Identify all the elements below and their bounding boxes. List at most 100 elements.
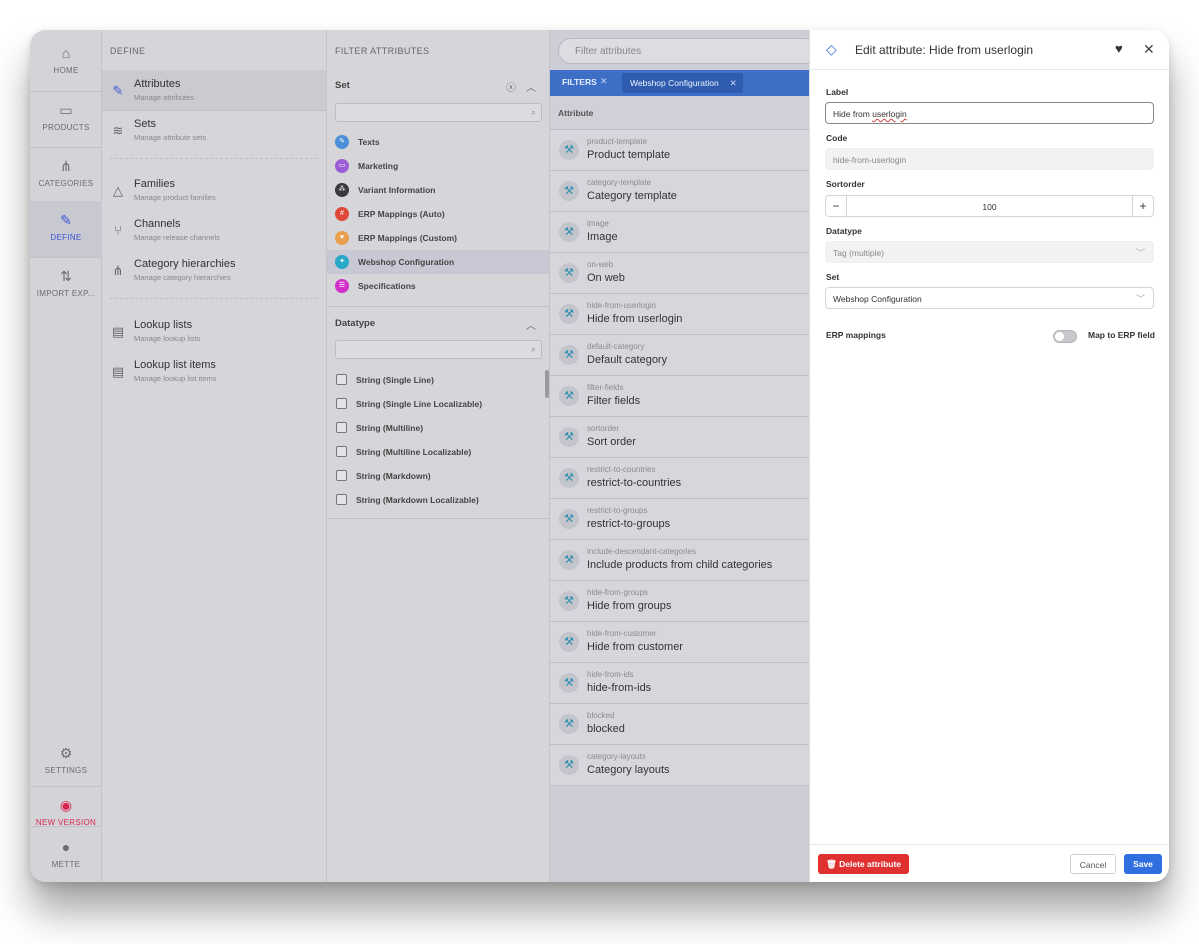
attribute-name: Hide from groups [587, 600, 672, 612]
datatype-item[interactable]: String (Single Line) [327, 368, 549, 392]
set-select[interactable]: Webshop Configuration ﹀ [825, 287, 1154, 309]
code-field-value: hide-from-userlogin [833, 155, 907, 165]
attribute-name: restrict-to-countries [587, 477, 682, 489]
define-item-sets[interactable]: ≋ Sets Manage attribute sets [102, 110, 326, 150]
erp-mappings-label: ERP mappings [826, 330, 886, 340]
define-item-families[interactable]: △ Families Manage product families [102, 170, 326, 210]
set-item-texts[interactable]: ✎ Texts [327, 130, 549, 154]
sortorder-stepper[interactable]: − 100 + [825, 195, 1154, 217]
attribute-row[interactable]: ⚒ include-descendant-categories Include pr… [550, 540, 809, 581]
list-icon: ☰ [335, 279, 349, 293]
sortorder-value[interactable]: 100 [847, 202, 1132, 212]
attribute-row[interactable]: ⚒ hide-from-groups Hide from groups [550, 581, 809, 622]
define-item-category-hierarchies[interactable]: ⋔ Category hierarchies Manage category h… [102, 250, 326, 290]
attribute-row[interactable]: ⚒ restrict-to-countries restrict-to-countr… [550, 458, 809, 499]
tools-icon: ✎ [112, 83, 124, 98]
rail-item-categories[interactable]: ⋔ CATEGORIES [30, 147, 102, 203]
rail-item-label: CATEGORIES [38, 179, 94, 188]
attribute-row[interactable]: ⚒ restrict-to-groups restrict-to-groups [550, 499, 809, 540]
attribute-code: hide-from-groups [587, 588, 648, 597]
datatype-item[interactable]: String (Single Line Localizable) [327, 392, 549, 416]
define-item-subtitle: Manage lookup list items [134, 374, 217, 383]
search-icon: ⌕ [530, 344, 536, 354]
branch-icon: ⑂ [114, 223, 122, 238]
datatype-item-label: String (Markdown) [356, 471, 431, 481]
define-item-lookup-list-items[interactable]: ▤ Lookup list items Manage lookup list i… [102, 351, 326, 391]
filter-chip-webshop-configuration[interactable]: Webshop Configuration ✕ [622, 73, 743, 93]
datatype-item[interactable]: String (Markdown Localizable) [327, 488, 549, 512]
wrench-icon: ⚒ [559, 181, 579, 201]
set-item-specifications[interactable]: ☰ Specifications [327, 274, 549, 298]
chevron-up-icon[interactable]: ︿ [526, 317, 536, 332]
attribute-search-input[interactable]: Filter attributes [558, 38, 818, 64]
rail-item-settings[interactable]: ⚙ SETTINGS [30, 734, 102, 790]
attribute-row[interactable]: ⚒ product-template Product template [550, 130, 809, 171]
set-item-erp-auto[interactable]: # ERP Mappings (Auto) [327, 202, 549, 226]
panel-title: Edit attribute: Hide from userlogin [855, 43, 1034, 57]
attribute-row[interactable]: ⚒ sortorder Sort order [550, 417, 809, 458]
checkbox[interactable] [336, 374, 347, 385]
datatype-search-input[interactable]: ⌕ [335, 340, 542, 359]
wrench-icon: ⚒ [559, 345, 579, 365]
shapes-icon: △ [113, 183, 123, 198]
set-item-marketing[interactable]: ▭ Marketing [327, 154, 549, 178]
decrement-button[interactable]: − [826, 196, 847, 216]
datatype-item-label: String (Markdown Localizable) [356, 495, 479, 505]
checkbox[interactable] [336, 422, 347, 433]
define-item-attributes[interactable]: ✎ Attributes Manage attributes [102, 70, 326, 110]
checkbox[interactable] [336, 470, 347, 481]
set-item-webshop-configuration[interactable]: ✦ Webshop Configuration [327, 250, 549, 274]
rail-item-import-export[interactable]: ⇅ IMPORT EXP... [30, 257, 102, 313]
increment-button[interactable]: + [1132, 196, 1153, 216]
rail-item-home[interactable]: ⌂ HOME [30, 34, 102, 90]
close-icon[interactable]: ✕ [1143, 41, 1155, 58]
chevron-up-icon[interactable]: ︿ [526, 79, 536, 94]
clear-filters-icon[interactable]: ✕ [600, 76, 608, 87]
checkbox[interactable] [336, 398, 347, 409]
attribute-row[interactable]: ⚒ blocked blocked [550, 704, 809, 745]
attribute-row[interactable]: ⚒ on-web On web [550, 253, 809, 294]
delete-attribute-button[interactable]: 🗑︎ Delete attribute [818, 854, 909, 874]
panel-header: ◇ Edit attribute: Hide from userlogin ♥ … [810, 30, 1169, 70]
datatype-item[interactable]: String (Multiline Localizable) [327, 440, 549, 464]
datatype-item[interactable]: String (Multiline) [327, 416, 549, 440]
attribute-code: image [587, 219, 609, 228]
define-item-title: Lookup lists [134, 319, 193, 331]
attribute-row[interactable]: ⚒ default-category Default category [550, 335, 809, 376]
attribute-row[interactable]: ⚒ image Image [550, 212, 809, 253]
define-item-channels[interactable]: ⑂ Channels Manage release channels [102, 210, 326, 250]
set-search-input[interactable]: ⌕ [335, 103, 542, 122]
attribute-row[interactable]: ⚒ category-layouts Category layouts [550, 745, 809, 786]
attribute-row[interactable]: ⚒ hide-from-ids hide-from-ids [550, 663, 809, 704]
checkbox[interactable] [336, 446, 347, 457]
label-input[interactable]: Hide from userlogin [825, 102, 1154, 124]
attribute-row[interactable]: ⚒ hide-from-userlogin Hide from userlogin [550, 294, 809, 335]
heartbeat-icon[interactable]: ♥ [1115, 41, 1123, 56]
rail-item-label: METTE [51, 860, 81, 869]
rail-item-products[interactable]: ▭ PRODUCTS [30, 91, 102, 147]
define-item-lookup-lists[interactable]: ▤ Lookup lists Manage lookup lists [102, 311, 326, 351]
map-to-erp-toggle[interactable] [1053, 330, 1077, 343]
attribute-code: default-category [587, 342, 645, 351]
close-icon[interactable]: ✕ [730, 73, 737, 93]
attribute-code: blocked [587, 711, 615, 720]
rail-item-user[interactable]: ● METTE [30, 828, 102, 882]
cancel-button[interactable]: Cancel [1070, 854, 1116, 874]
attribute-search-placeholder: Filter attributes [575, 46, 642, 57]
tag-icon: ◇ [826, 41, 837, 57]
clear-icon[interactable]: ⓧ [506, 79, 516, 94]
attribute-row[interactable]: ⚒ category-template Category template [550, 171, 809, 212]
rail-item-define[interactable]: ✎ DEFINE [30, 201, 102, 257]
attribute-row[interactable]: ⚒ filter-fields Filter fields [550, 376, 809, 417]
checkbox[interactable] [336, 494, 347, 505]
set-item-variant-information[interactable]: ⁂ Variant Information [327, 178, 549, 202]
datatype-item[interactable]: String (Markdown) [327, 464, 549, 488]
section-separator [110, 298, 318, 304]
save-button[interactable]: Save [1124, 854, 1162, 874]
section-divider [327, 306, 549, 307]
section-divider [327, 518, 549, 519]
set-item-erp-custom[interactable]: ♥ ERP Mappings (Custom) [327, 226, 549, 250]
attribute-row[interactable]: ⚒ hide-from-customer Hide from customer [550, 622, 809, 663]
attribute-column-header[interactable]: Attribute [550, 96, 809, 130]
panel-footer: 🗑︎ Delete attribute Cancel Save [810, 844, 1169, 882]
